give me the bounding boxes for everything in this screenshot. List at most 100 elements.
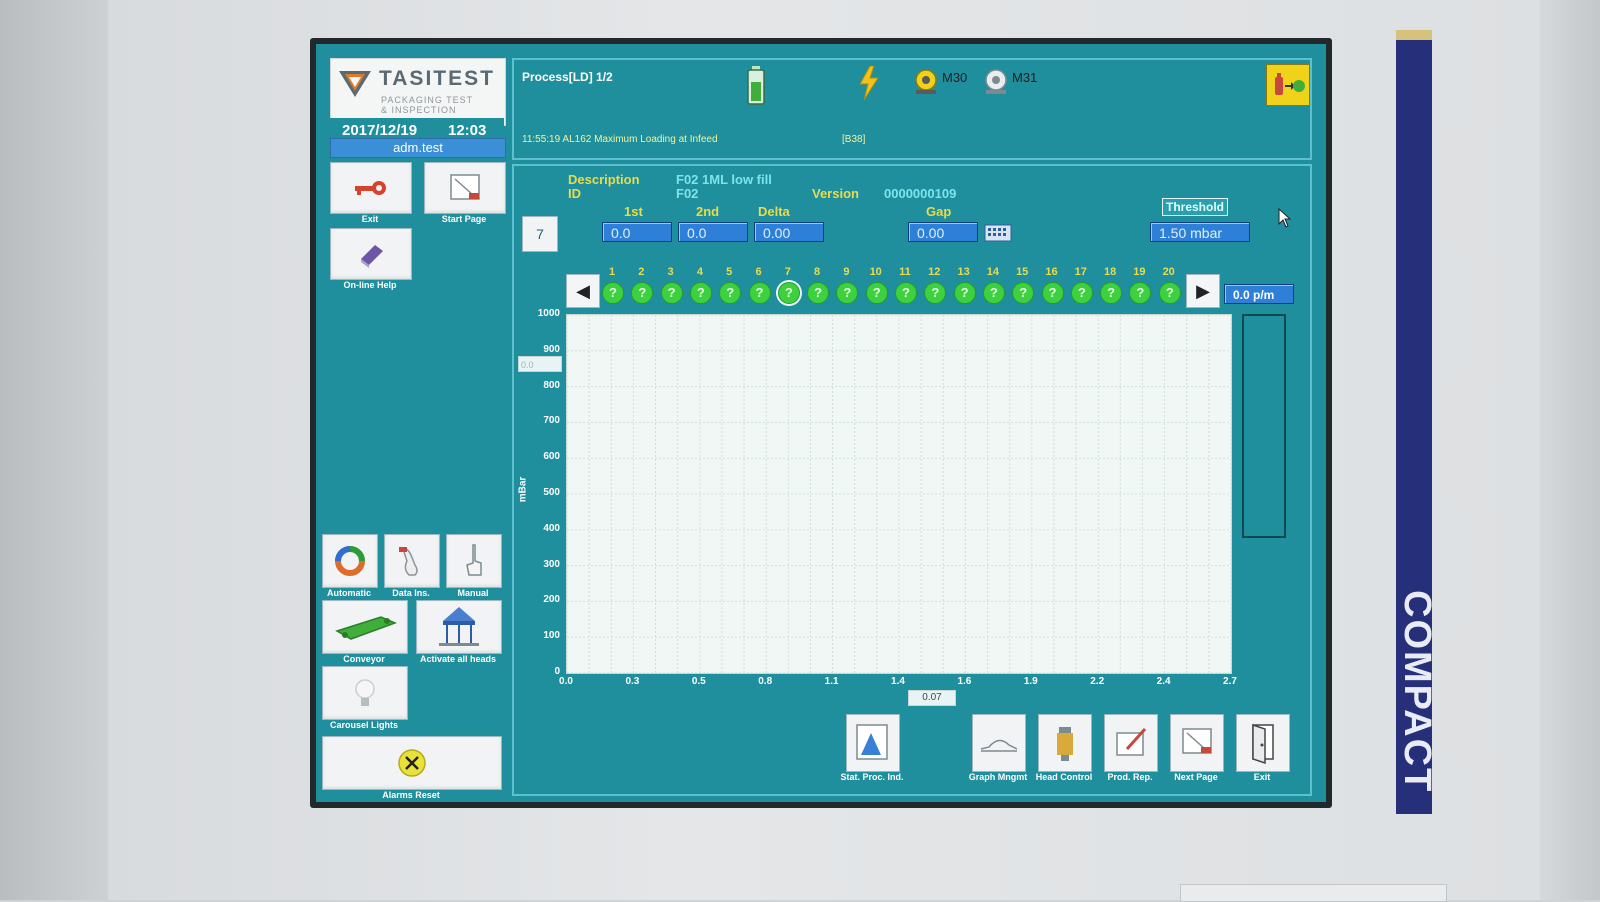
gap-value-field: 0.00 (908, 222, 978, 242)
head-status-14[interactable]: ? (982, 282, 1005, 304)
head-status-16[interactable]: ? (1041, 282, 1064, 304)
head-status-15[interactable]: ? (1012, 282, 1035, 304)
start-page-icon (450, 174, 480, 200)
head-status-12[interactable]: ? (924, 282, 947, 304)
conveyor-label: Conveyor (343, 654, 385, 664)
id-label: ID (568, 186, 581, 201)
description-value: F02 1ML low fill (676, 172, 772, 187)
y-cursor-field[interactable]: 0.0 (518, 356, 562, 372)
head-number-1: 1 (608, 266, 616, 278)
stat-proc-ind-button[interactable] (846, 714, 900, 772)
second-label: 2nd (696, 204, 720, 219)
head-control-icon (1057, 727, 1073, 761)
prod-rep-button[interactable] (1104, 714, 1158, 772)
activate-all-heads-label: Activate all heads (419, 654, 497, 664)
time-text: 12:03 (448, 122, 487, 139)
keyboard-icon[interactable] (984, 224, 1012, 242)
motor-m31-icon[interactable] (982, 64, 1010, 96)
head-status-2[interactable]: ? (631, 282, 654, 304)
exit-label: Exit (361, 214, 379, 224)
head-status-10[interactable]: ? (865, 282, 888, 304)
head-number-10: 10 (869, 266, 882, 278)
alarm-code: [B38] (842, 134, 866, 145)
mouse-cursor-icon (1278, 208, 1292, 228)
version-value: 0000000109 (884, 186, 957, 201)
head-status-13[interactable]: ? (953, 282, 976, 304)
automatic-button[interactable] (322, 534, 378, 588)
head-status-5[interactable]: ? (719, 282, 742, 304)
activate-all-heads-button[interactable] (416, 600, 502, 654)
version-label: Version (812, 186, 859, 201)
head-status-11[interactable]: ? (895, 282, 917, 304)
gap-label: Gap (926, 204, 952, 219)
heads-next-button[interactable]: ▶ (1186, 274, 1220, 308)
y-tick-label: 900 (543, 343, 560, 355)
delta-value-field: 0.00 (754, 222, 824, 242)
y-tick-label: 1000 (537, 308, 560, 319)
heads-previous-button[interactable]: ◀ (566, 274, 600, 308)
exit-button[interactable] (330, 162, 412, 214)
delta-label: Delta (758, 204, 790, 219)
head-status-17[interactable]: ? (1070, 282, 1093, 304)
user-badge[interactable]: adm.test (330, 138, 506, 158)
second-value-field: 0.0 (678, 222, 748, 242)
threshold-value-field[interactable]: 1.50 mbar (1150, 222, 1250, 242)
level-side-bar (1242, 314, 1286, 538)
head-number-12: 12 (928, 266, 941, 278)
motor-m30-icon[interactable] (912, 64, 940, 96)
description-label: Description (568, 172, 640, 187)
head-status-9[interactable]: ? (836, 282, 859, 304)
y-tick-label: 300 (543, 558, 560, 570)
head-status-1[interactable]: ? (602, 282, 624, 304)
head-number-2: 2 (638, 266, 645, 278)
x-cursor-field[interactable]: 0.07 (908, 690, 956, 706)
head-number-9: 9 (843, 266, 850, 278)
x-tick-label: 2.2 (1090, 676, 1105, 687)
help-book-icon (361, 245, 383, 268)
panel-bezel-right (1540, 0, 1600, 900)
light-bulb-icon (355, 679, 375, 706)
online-help-button[interactable] (330, 228, 412, 280)
head-status-8[interactable]: ? (807, 282, 830, 304)
head-status-20[interactable]: ? (1158, 282, 1181, 304)
key-icon (355, 181, 386, 195)
exit-page-button[interactable] (1236, 714, 1290, 772)
head-status-3[interactable]: ? (660, 282, 683, 304)
head-number-19: 19 (1133, 266, 1146, 278)
graph-mngmt-button[interactable] (972, 714, 1026, 772)
head-status-6[interactable]: ? (748, 282, 771, 304)
pressure-chart (566, 314, 1232, 674)
carousel-lights-button[interactable] (322, 666, 408, 720)
next-page-button[interactable] (1170, 714, 1224, 772)
first-label: 1st (624, 204, 643, 219)
start-page-button[interactable] (424, 162, 506, 214)
x-tick-label: 2.4 (1156, 676, 1171, 687)
head-control-button[interactable] (1038, 714, 1092, 772)
carousel-lights-label: Carousel Lights (329, 720, 398, 730)
head-status-4[interactable]: ? (689, 282, 712, 304)
data-ins-button[interactable] (384, 534, 440, 588)
exit-door-icon (1252, 723, 1274, 765)
pressure-chart-grid (566, 314, 1232, 674)
manual-button[interactable] (446, 534, 502, 588)
alarms-reset-button[interactable] (322, 736, 502, 790)
head-number-4: 4 (696, 266, 703, 278)
hmi-screen: TASITEST PACKAGING TEST & INSPECTION 201… (316, 44, 1326, 802)
head-status-19[interactable]: ? (1129, 282, 1152, 304)
x-tick-label: 1.1 (824, 676, 839, 687)
first-value-field: 0.0 (602, 222, 672, 242)
panel-bezel-left (0, 0, 108, 900)
speed-value-field: 0.0 p/m (1224, 284, 1294, 304)
online-help-label: On-line Help (343, 280, 397, 290)
id-value: F02 (676, 186, 699, 201)
head-number-6: 6 (755, 266, 762, 278)
head-status-18[interactable]: ? (1100, 282, 1123, 304)
conveyor-button[interactable] (322, 600, 408, 654)
infeed-status-button[interactable] (1266, 64, 1310, 106)
y-tick-label: 600 (543, 451, 560, 463)
head-selector[interactable]: 7 (522, 216, 558, 252)
next-page-icon (1182, 728, 1212, 754)
x-tick-label: 0.5 (691, 676, 706, 687)
logo-subtitle: PACKAGING TEST & INSPECTION (381, 95, 473, 115)
head-status-7[interactable]: ? (777, 282, 800, 304)
